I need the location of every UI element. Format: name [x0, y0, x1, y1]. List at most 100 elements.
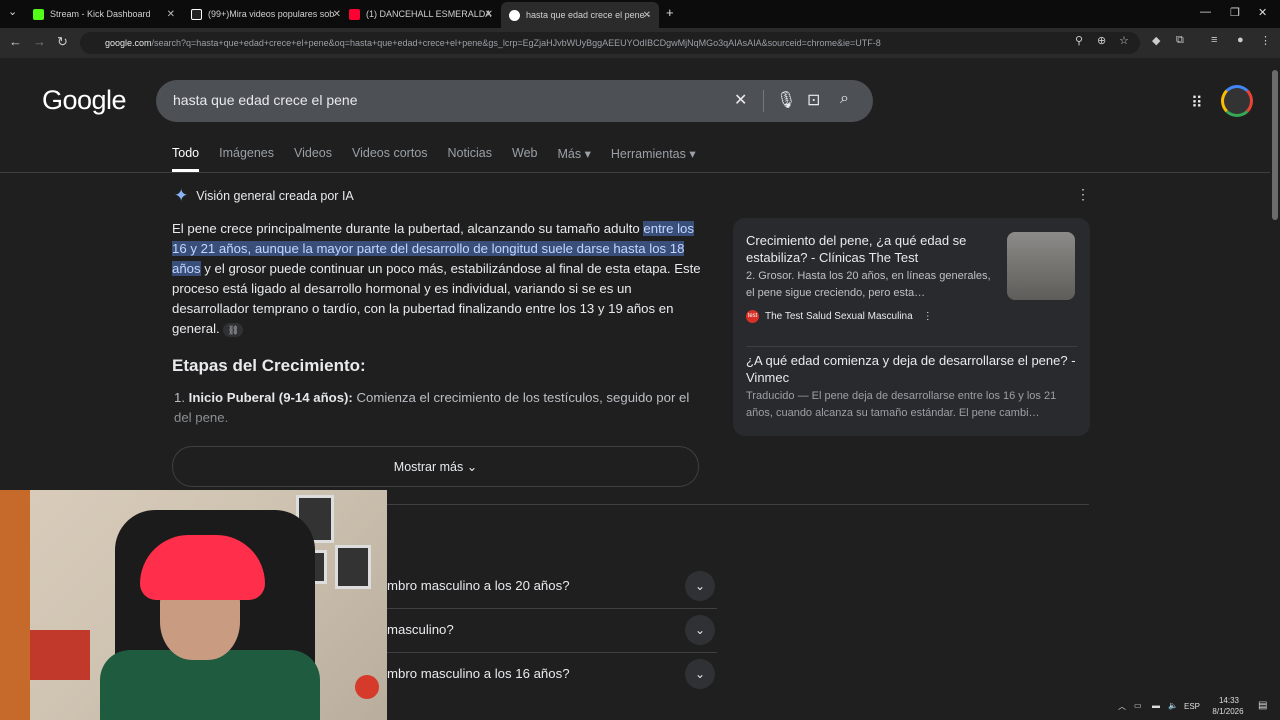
tab-mas[interactable]: Más ▾	[557, 146, 590, 172]
search-divider	[763, 90, 764, 112]
new-tab-icon[interactable]: +	[666, 5, 674, 20]
faq-divider	[387, 652, 717, 653]
system-tray: ︿ ▭ ▬ 🔈 ESP 14:33 8/1/2026 ▤	[1114, 694, 1280, 720]
language-indicator[interactable]: ESP	[1184, 702, 1200, 711]
close-icon[interactable]: ✕	[167, 9, 175, 20]
section-title: Etapas del Crecimiento:	[172, 356, 366, 375]
chevron-up-icon[interactable]: ︿	[1118, 701, 1126, 712]
restore-icon[interactable]: ❐	[1230, 6, 1240, 19]
close-icon[interactable]: ✕	[333, 9, 341, 20]
site-favicon-icon: test	[746, 310, 759, 323]
card-divider	[746, 346, 1077, 347]
clear-icon[interactable]: ✕	[734, 90, 747, 110]
sources-card: Crecimiento del pene, ¿a qué edad se est…	[733, 218, 1090, 436]
kebab-icon[interactable]: ⋮	[923, 311, 933, 322]
volume-icon[interactable]: 🔈	[1168, 701, 1178, 710]
url-host: google.com	[105, 38, 152, 48]
tab-search-icon[interactable]: ⌄	[8, 5, 17, 18]
close-icon[interactable]: ✕	[643, 10, 651, 21]
battery-icon[interactable]: ▬	[1152, 701, 1160, 710]
zoom-icon[interactable]: ⊕	[1097, 34, 1106, 47]
search-query[interactable]: hasta que edad crece el pene	[173, 92, 357, 108]
reload-icon[interactable]: ↻	[57, 34, 68, 50]
microphone-icon[interactable]: 🎙	[776, 90, 796, 110]
show-more-label: Mostrar más	[393, 460, 464, 474]
source-snippet: 2. Grosor. Hasta los 20 años, en líneas …	[746, 270, 991, 299]
shelf	[0, 490, 30, 720]
ai-text-part: El pene crece principalmente durante la …	[172, 221, 644, 236]
lens-icon[interactable]: ⊡	[807, 90, 820, 110]
tab-google[interactable]: hasta que edad crece el pene - ✕	[501, 2, 659, 28]
tab-web[interactable]: Web	[512, 146, 537, 172]
person-hair	[140, 535, 265, 600]
source-title[interactable]: ¿A qué edad comienza y deja de desarroll…	[746, 352, 1081, 386]
tab-title: (99+)Mira videos populares sob	[208, 9, 335, 19]
tab-noticias[interactable]: Noticias	[448, 146, 492, 172]
notification-icon[interactable]: ▤	[1258, 700, 1267, 711]
minimize-icon[interactable]: —	[1200, 6, 1211, 18]
tab-videos-cortos[interactable]: Videos cortos	[352, 146, 428, 172]
chevron-down-icon[interactable]: ⌄	[685, 571, 715, 601]
chevron-down-icon: ⌄	[466, 460, 478, 474]
tab-title: Stream - Kick Dashboard	[50, 9, 151, 19]
source-site[interactable]: test The Test Salud Sexual Masculina ⋮	[746, 310, 933, 323]
link-icon[interactable]: ⛓	[223, 322, 244, 337]
chevron-down-icon[interactable]: ⌄	[685, 615, 715, 645]
source-title[interactable]: Crecimiento del pene, ¿a qué edad se est…	[746, 232, 996, 266]
search-icon[interactable]: ⌕	[840, 90, 849, 108]
back-icon[interactable]: ←	[9, 34, 22, 49]
tab-title: (1) DANCEHALL ESMERALDA	[366, 9, 492, 19]
browser-tab-bar: ⌄ Stream - Kick Dashboard ✕ (99+)Mira vi…	[0, 0, 1280, 28]
tab-videos[interactable]: Videos	[294, 146, 332, 172]
source-thumbnail[interactable]	[1007, 232, 1075, 300]
tab-title: hasta que edad crece el pene -	[526, 10, 651, 20]
google-logo[interactable]: Google	[42, 85, 127, 116]
address-bar-row: ← → ↻ google.com/search?q=hasta+que+edad…	[0, 28, 1280, 58]
forward-icon[interactable]: →	[33, 34, 46, 49]
media-icon[interactable]: ≡	[1211, 34, 1217, 46]
ai-overview-header: ✦ Visión general creada por IA	[174, 186, 354, 206]
profile-icon[interactable]: ●	[1237, 34, 1244, 46]
url-field[interactable]: google.com/search?q=hasta+que+edad+crece…	[80, 32, 1140, 54]
google-icon	[509, 9, 520, 21]
faq-question[interactable]: mbro masculino a los 20 años?	[387, 578, 717, 593]
tab-todo[interactable]: Todo	[172, 146, 200, 172]
tab-tiktok[interactable]: (99+)Mira videos populares sob ✕	[191, 4, 341, 24]
extensions-puzzle-icon[interactable]: ⧉	[1176, 34, 1184, 47]
ai-overview-text: El pene crece principalmente durante la …	[172, 219, 702, 339]
tab-herramientas[interactable]: Herramientas ▾	[611, 146, 696, 172]
chevron-down-icon[interactable]: ⌄	[685, 659, 715, 689]
kick-icon	[33, 8, 44, 20]
search-box[interactable]: hasta que edad crece el pene ✕ 🎙 ⊡ ⌕	[156, 80, 873, 122]
network-icon[interactable]: ▭	[1134, 701, 1142, 710]
webcam-overlay	[0, 490, 387, 720]
tab-youtube[interactable]: (1) DANCEHALL ESMERALDA ✕	[349, 4, 493, 24]
faq-question[interactable]: masculino?	[387, 622, 717, 637]
tab-kick[interactable]: Stream - Kick Dashboard ✕	[33, 4, 175, 24]
show-more-button[interactable]: Mostrar más ⌄	[172, 446, 699, 487]
more-options-icon[interactable]: ⋮	[1076, 186, 1090, 203]
clock-date[interactable]: 8/1/2026	[1208, 707, 1248, 716]
url-path: /search?q=hasta+que+edad+crece+el+pene&o…	[151, 38, 881, 48]
extension-icon[interactable]: ◆	[1152, 34, 1160, 47]
source-site-name: The Test Salud Sexual Masculina	[765, 311, 913, 322]
menu-kebab-icon[interactable]: ⋮	[1260, 34, 1271, 47]
faq-divider	[387, 608, 717, 609]
tiktok-icon	[191, 8, 202, 20]
tab-imagenes[interactable]: Imágenes	[219, 146, 274, 172]
person-jacket	[100, 650, 320, 720]
bookmark-star-icon[interactable]: ☆	[1119, 34, 1129, 47]
window-close-icon[interactable]: ✕	[1258, 6, 1267, 19]
avatar[interactable]	[1221, 85, 1253, 117]
header-divider	[0, 172, 1270, 173]
source-snippet: Traducido — El pene deja de desarrollars…	[746, 390, 1057, 419]
scrollbar-thumb[interactable]	[1272, 70, 1278, 220]
apps-grid-icon[interactable]: ⠿	[1191, 93, 1203, 113]
ball	[355, 675, 379, 699]
close-icon[interactable]: ✕	[485, 9, 493, 20]
youtube-icon	[349, 8, 360, 20]
ai-text-part: y el grosor puede continuar un poco más,…	[172, 261, 701, 336]
location-icon[interactable]: ⚲	[1075, 34, 1083, 47]
faq-question[interactable]: mbro masculino a los 16 años?	[387, 666, 717, 681]
clock-time[interactable]: 14:33	[1214, 696, 1244, 705]
